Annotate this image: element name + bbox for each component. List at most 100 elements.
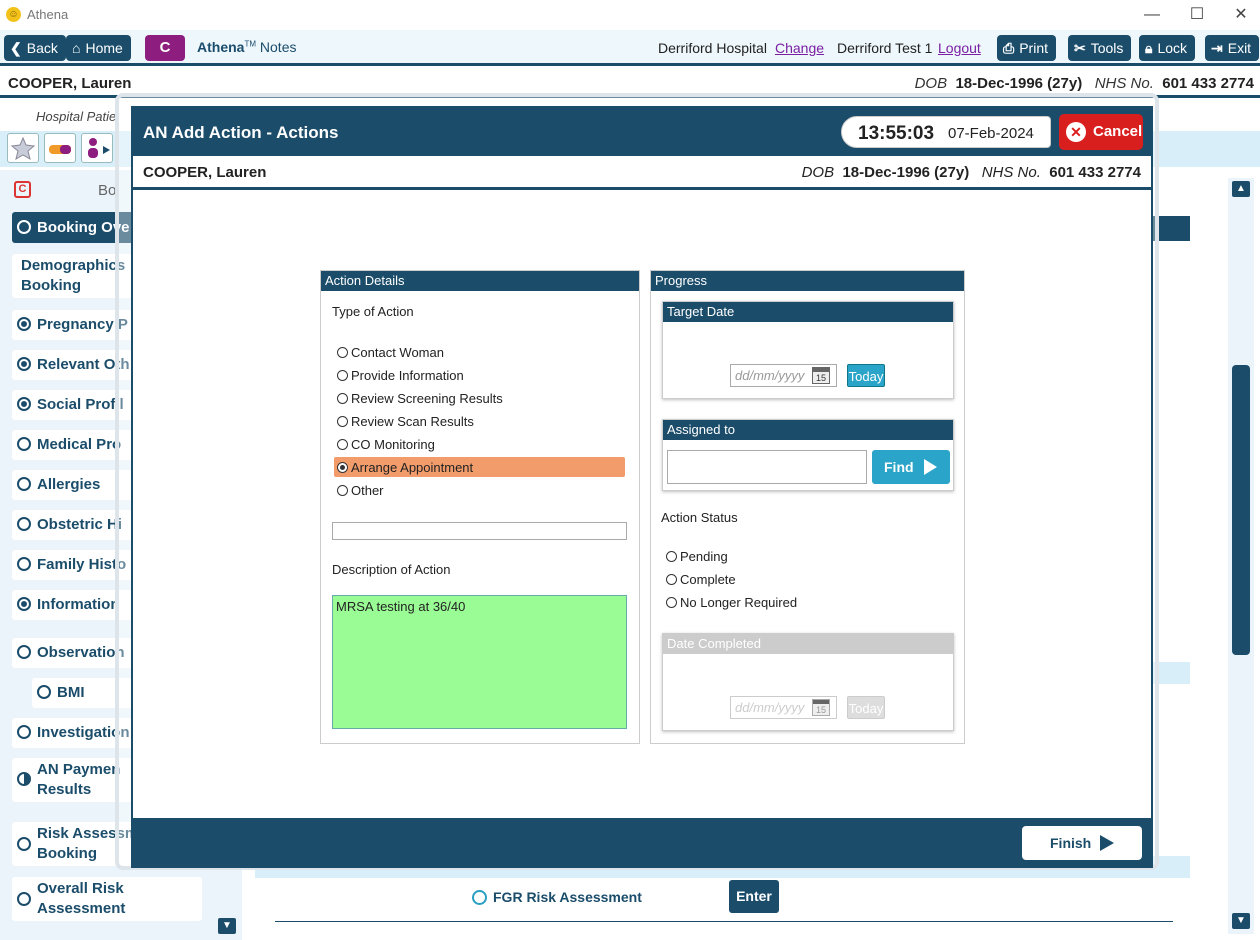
logout-link[interactable]: Logout [938,40,981,56]
window-title: Athena [27,7,69,22]
tools-button[interactable]: ✂ Tools [1068,35,1132,61]
description-textarea[interactable]: MRSA testing at 36/40 [332,595,627,729]
cancel-button[interactable]: ✕ Cancel [1059,114,1143,150]
lock-icon: 🔒︎ [1145,40,1153,56]
play-arrow-icon [924,459,937,475]
radio-co-monitoring[interactable] [337,439,348,450]
radio-contact-woman[interactable] [337,347,348,358]
enter-button[interactable]: Enter [729,880,779,913]
radio-pending[interactable] [666,551,677,562]
radio-icon [17,837,31,851]
fgr-radio[interactable] [472,890,487,905]
athena-logo-icon: ☺ [6,7,21,22]
current-date: 07-Feb-2024 [948,125,1034,142]
person-icon[interactable] [81,133,113,163]
print-button[interactable]: ⎙ Print [997,35,1056,61]
maximize-icon[interactable]: ☐ [1182,4,1212,26]
scroll-down-icon[interactable]: ▼ [1232,913,1250,929]
option-contact-woman[interactable]: Contact Woman [351,345,444,360]
finish-button[interactable]: Finish [1022,826,1142,860]
option-review-screening-results[interactable]: Review Screening Results [351,391,503,406]
assigned-to-input[interactable] [667,450,867,484]
scroll-up-icon[interactable]: ▲ [1232,181,1250,197]
c-button[interactable]: C [145,35,185,61]
radio-no-longer-required[interactable] [666,597,677,608]
c-logo-icon: C [14,181,31,198]
home-icon: ⌂ [72,40,81,56]
scroll-thumb[interactable] [1232,365,1250,655]
dialog-patient-identifiers: DOB 18-Dec-1996 (27y) NHS No. 601 433 27… [801,164,1141,181]
date-completed-panel: Date Completed dd/mm/yyyy 15 Today [662,633,954,731]
target-date-header: Target Date [663,302,953,322]
half-radio-icon [17,772,31,786]
option-co-monitoring[interactable]: CO Monitoring [351,437,435,452]
puzzle-icon[interactable] [7,133,39,163]
target-today-button[interactable]: Today [847,364,885,387]
patient-identifiers: DOB 18-Dec-1996 (27y) NHS No. 601 433 27… [914,75,1254,92]
radio-arrange-appointment[interactable] [337,462,348,473]
status-pending[interactable]: Pending [680,549,728,564]
action-details-panel: Action Details Type of Action Contact Wo… [320,270,640,744]
play-arrow-icon [1100,835,1114,851]
radio-icon [17,892,31,906]
radio-icon [37,685,51,699]
radio-review-scan-results[interactable] [337,416,348,427]
back-button[interactable]: ❮ Back [4,35,66,61]
lock-button[interactable]: 🔒︎ Lock [1139,35,1196,61]
radio-icon [17,557,31,571]
radio-icon [17,397,31,411]
exit-icon: ⇥ [1211,40,1223,56]
date-completed-header: Date Completed [663,634,953,654]
divider [275,921,1173,922]
hospital-patient-label: Hospital Patie [36,109,117,124]
progress-panel: Progress Target Date dd/mm/yyyy 15 Today … [650,270,965,744]
close-window-icon[interactable]: ✕ [1226,4,1256,26]
home-button[interactable]: ⌂ Home [66,35,131,61]
assigned-to-header: Assigned to [663,420,953,440]
radio-other[interactable] [337,485,348,496]
radio-provide-information[interactable] [337,370,348,381]
option-provide-information[interactable]: Provide Information [351,368,464,383]
tools-icon: ✂ [1074,40,1086,56]
dialog-footer: Finish [133,818,1151,866]
sidebar-scroll-down-icon[interactable]: ▼ [218,918,236,934]
dialog-header: AN Add Action - Actions 13:55:03 07-Feb-… [133,108,1151,156]
change-hospital-link[interactable]: Change [775,40,824,56]
main-toolbar: ❮ Back ⌂ Home C AthenaTM Notes Derriford H… [0,30,1260,66]
brand-title: AthenaTM Notes [197,39,297,55]
current-time: 13:55:03 [858,123,935,144]
target-date-input[interactable]: dd/mm/yyyy 15 [730,364,837,387]
dialog-title: AN Add Action - Actions [143,123,339,142]
user-name: Derriford Test 1 [837,40,933,56]
medication-icon[interactable] [44,133,76,163]
option-review-scan-results[interactable]: Review Scan Results [351,414,474,429]
patient-name: COOPER, Lauren [8,75,132,92]
option-other[interactable]: Other [351,483,384,498]
radio-review-screening-results[interactable] [337,393,348,404]
date-completed-input: dd/mm/yyyy 15 [730,696,837,719]
radio-icon [17,357,31,371]
calendar-icon[interactable]: 15 [812,367,830,384]
option-arrange-appointment[interactable]: Arrange Appointment [351,460,473,475]
sidebar-item-overall-risk-assessment[interactable]: Overall Risk Assessment [12,877,202,921]
action-status-label: Action Status [661,510,738,525]
fgr-row [255,878,1190,918]
sidebar-header: Bo [98,182,117,199]
radio-complete[interactable] [666,574,677,585]
exit-button[interactable]: ⇥ Exit [1205,35,1260,61]
status-no-longer-required[interactable]: No Longer Required [680,595,797,610]
radio-icon [17,517,31,531]
dialog-patient-name: COOPER, Lauren [143,164,267,181]
assigned-to-panel: Assigned to Find [662,419,954,491]
minimize-icon[interactable]: — [1137,4,1167,26]
close-circle-icon: ✕ [1066,122,1086,142]
fgr-label: FGR Risk Assessment [493,889,642,905]
add-action-dialog: AN Add Action - Actions 13:55:03 07-Feb-… [131,106,1153,868]
progress-header: Progress [651,271,964,291]
radio-icon [17,725,31,739]
other-action-input[interactable] [332,522,627,540]
dialog-patient-bar: COOPER, Lauren DOB 18-Dec-1996 (27y) NHS… [133,156,1151,190]
find-button[interactable]: Find [872,450,950,484]
status-complete[interactable]: Complete [680,572,736,587]
type-of-action-label: Type of Action [332,304,414,319]
